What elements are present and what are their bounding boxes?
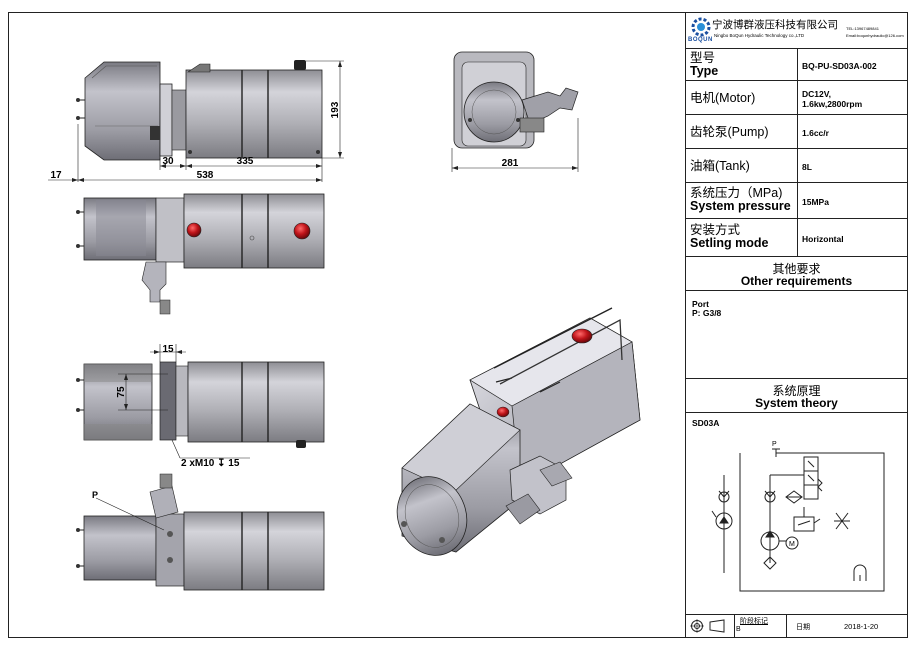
stage-value: B [736,626,741,633]
stage-label: 阶段标记 [740,618,768,625]
date-label: 日期 [796,624,810,631]
system-theory-title-en: System theory [755,396,838,410]
company-email: Email:boqunhydraulic@126.com [846,33,904,38]
side-view-top: 193 30 335 17 538 [48,60,344,182]
other-requirements-body: Port P: G3/8 [686,291,907,379]
dim-75: 75 [116,386,127,398]
footer-row: 阶段标记 B 日期 2018-1-20 [686,615,907,637]
dim-538: 538 [197,170,214,181]
dim-281: 281 [502,158,519,169]
dim-30: 30 [162,156,174,167]
other-req-title-en: Other requirements [740,274,853,288]
thread-note: 2 xM10 ↧ 15 [181,458,240,469]
spec-value-type: BQ-PU-SD03A-002 [802,61,877,71]
dim-17: 17 [50,170,62,181]
hydraulic-schematic: P M [711,441,885,592]
spec-row-type: 型号 Type BQ-PU-SD03A-002 [686,49,907,81]
spec-value-mounting: Horizontal [802,234,844,244]
motor-end-cap [463,81,525,143]
spec-key-type: 型号 Type [690,51,719,78]
title-block: BOQUN 宁波博群液压科技有限公司 Ningbo BoQun Hydrauli… [685,13,907,637]
dim-15: 15 [162,344,174,355]
spec-key-motor: 电机(Motor) [690,91,756,105]
flange [159,83,173,157]
bottom-view: 15 75 2 xM10 ↧ 15 [76,344,325,469]
drawing-sheet: 193 30 335 17 538 281 15 75 2 xM10 ↧ 15 … [0,0,920,646]
spec-row-mounting: 安装方式 Setling mode Horizontal [686,219,907,257]
motor-housing [84,61,161,161]
spec-value-motor: DC12V, 1.6kw,2800rpm [802,89,863,109]
iso-red-cap [571,328,593,344]
company-name-en: Ningbo BoQun Hydraulic Technology co.,LT… [714,33,805,38]
spec-key-pressure: 系统压力（MPa) System pressure [690,186,791,213]
company-name-cn: 宁波博群液压科技有限公司 [712,19,838,31]
top-view [76,193,325,315]
projection-symbol-icon [690,619,725,633]
logo-text: BOQUN [688,37,713,43]
spec-row-motor: 电机(Motor) DC12V, 1.6kw,2800rpm [686,81,907,115]
spec-value-pump: 1.6cc/r [802,128,829,138]
spec-row-tank: 油箱(Tank) 8L [686,149,907,183]
dim-335: 335 [237,156,254,167]
company-header: BOQUN 宁波博群液压科技有限公司 Ningbo BoQun Hydrauli… [686,13,907,49]
schematic-motor-m: M [789,541,795,548]
spec-key-mounting: 安装方式 Setling mode [690,223,769,250]
drawing-views: 193 30 335 17 538 281 15 75 2 xM10 ↧ 15 … [48,51,641,591]
port-label-p: P [92,490,98,500]
company-tel: TEL:13967489841 [846,26,879,31]
system-theory-body: SD03A P M [686,413,907,615]
port-line-2: P: G3/8 [692,308,722,318]
spec-key-pump: 齿轮泵(Pump) [690,125,769,139]
spec-value-tank: 8L [802,162,812,172]
system-theory-header: 系统原理 System theory [686,379,907,413]
end-view: 281 [451,51,579,172]
dim-193: 193 [330,101,341,118]
isometric-view [396,307,641,556]
company-logo-icon [691,17,711,37]
red-filler-cap [293,222,311,240]
schematic-port-p: P [772,441,777,448]
spec-value-pressure: 15MPa [802,197,829,207]
spec-row-pump: 齿轮泵(Pump) 1.6cc/r [686,115,907,149]
spec-row-pressure: 系统压力（MPa) System pressure 15MPa [686,183,907,219]
red-breather-cap [186,222,202,238]
other-requirements-header: 其他要求 Other requirements [686,257,907,291]
port-view: P [76,473,325,591]
spec-key-tank: 油箱(Tank) [690,159,750,173]
date-value: 2018-1-20 [844,622,879,631]
oil-tank [185,69,323,159]
